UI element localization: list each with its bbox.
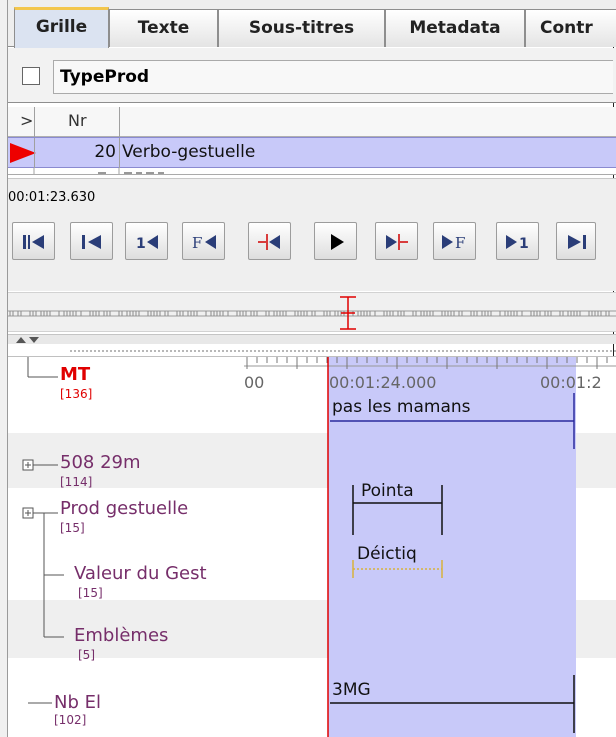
go-to-begin-button[interactable] bbox=[12, 222, 55, 260]
panel-splitter[interactable] bbox=[8, 334, 616, 344]
step-one-forward-icon: 1 bbox=[506, 235, 529, 252]
tier-label-valeur-du-geste[interactable]: Valeur du Gest bbox=[74, 563, 207, 584]
play-button[interactable] bbox=[314, 222, 357, 260]
tab-sous-titres[interactable]: Sous-titres bbox=[218, 9, 385, 47]
tier-count-nb-el: [102] bbox=[54, 713, 87, 727]
grid-tier-checkbox[interactable] bbox=[22, 67, 40, 85]
column-divider bbox=[119, 107, 120, 137]
next-boundary-icon bbox=[386, 234, 408, 250]
step-one-forward-button[interactable]: 1 bbox=[496, 222, 539, 260]
tier-label-emblemes[interactable]: Emblèmes bbox=[74, 625, 168, 646]
splitter-grip bbox=[70, 350, 616, 354]
table-row[interactable]: 20 Verbo-gestuelle bbox=[8, 137, 616, 169]
tab-metadata[interactable]: Metadata bbox=[385, 9, 525, 47]
next-frame-group-button[interactable] bbox=[556, 222, 596, 260]
tab-texte[interactable]: Texte bbox=[109, 9, 218, 47]
slider-track bbox=[8, 296, 616, 330]
previous-boundary-icon bbox=[258, 234, 280, 250]
tab-controls[interactable]: Contr bbox=[525, 9, 616, 47]
tier-count-valeur-du-geste: [15] bbox=[78, 586, 103, 600]
tab-grille[interactable]: Grille bbox=[14, 7, 109, 48]
frame-forward-button[interactable]: F bbox=[433, 222, 476, 260]
annotation-value[interactable]: 3MG bbox=[332, 680, 371, 700]
svg-text:1: 1 bbox=[519, 236, 529, 252]
row-annotation: Verbo-gestuelle bbox=[122, 142, 256, 162]
marker-column-header[interactable]: > bbox=[20, 111, 33, 130]
current-time-label: 00:01:23.630 bbox=[8, 190, 96, 205]
tier-count-508: [114] bbox=[60, 475, 93, 489]
expand-508-icon[interactable] bbox=[22, 459, 34, 471]
splitter-arrows-icon[interactable] bbox=[14, 335, 54, 345]
slider-crosshair-icon[interactable] bbox=[340, 296, 356, 330]
annotation-value[interactable]: Déictiq bbox=[357, 544, 417, 564]
column-divider bbox=[34, 107, 35, 137]
play-icon bbox=[331, 234, 344, 250]
tier-count-emblemes: [5] bbox=[78, 648, 95, 662]
step-one-back-button[interactable]: 1 bbox=[125, 222, 168, 260]
tier-label-mt[interactable]: MT bbox=[60, 364, 90, 385]
timeline-viewer: 00 00:01:24.000 00:01:2 MT [136] 508 29m… bbox=[8, 356, 616, 737]
grid-tier-selector[interactable]: TypeProd bbox=[53, 60, 613, 94]
step-one-back-icon: 1 bbox=[136, 235, 158, 252]
timeline-slider[interactable] bbox=[8, 292, 616, 332]
ruler-label: 00:01:24.000 bbox=[329, 373, 437, 392]
nr-column-header[interactable]: Nr bbox=[68, 111, 87, 130]
next-boundary-button[interactable] bbox=[375, 222, 418, 260]
timeline-canvas bbox=[22, 357, 616, 737]
row-number: 20 bbox=[94, 142, 116, 162]
column-divider bbox=[119, 138, 120, 169]
previous-group-icon bbox=[82, 235, 101, 249]
frame-back-icon: F bbox=[192, 234, 216, 252]
svg-text:F: F bbox=[192, 234, 202, 252]
go-to-begin-icon bbox=[23, 235, 44, 249]
window-left-edge bbox=[0, 0, 8, 737]
svg-text:F: F bbox=[455, 234, 465, 252]
tier-count-prod-gestuelle: [15] bbox=[60, 521, 85, 535]
svg-text:1: 1 bbox=[136, 236, 146, 252]
tier-label-prod-gestuelle[interactable]: Prod gestuelle bbox=[60, 498, 188, 519]
frame-forward-icon: F bbox=[442, 234, 465, 252]
grid-table-header: > Nr bbox=[8, 107, 616, 137]
tier-count-mt: [136] bbox=[60, 387, 93, 401]
previous-frame-group-button[interactable] bbox=[70, 222, 113, 260]
column-divider bbox=[34, 138, 35, 169]
frame-back-button[interactable]: F bbox=[182, 222, 225, 260]
ruler-label: 00:01:2 bbox=[540, 373, 602, 392]
annotation-value[interactable]: pas les mamans bbox=[332, 397, 471, 417]
expand-prod-gestuelle-icon[interactable] bbox=[22, 507, 34, 519]
tier-label-508[interactable]: 508 29m bbox=[60, 452, 141, 473]
ruler-label: 00 bbox=[244, 373, 265, 392]
annotation-value[interactable]: Pointa bbox=[361, 481, 414, 501]
next-group-icon bbox=[568, 235, 586, 249]
table-row-partial bbox=[8, 168, 616, 175]
tier-label-nb-el[interactable]: Nb El bbox=[54, 692, 101, 713]
tier-tree-lines bbox=[27, 357, 64, 704]
previous-boundary-button[interactable] bbox=[248, 222, 291, 260]
